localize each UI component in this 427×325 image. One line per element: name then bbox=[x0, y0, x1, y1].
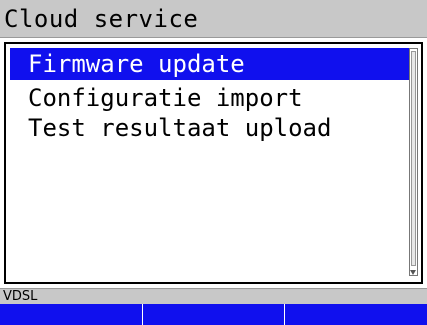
scroll-down-arrow-icon[interactable] bbox=[410, 270, 416, 275]
device-screen: Cloud service Firmware update Configurat… bbox=[0, 0, 427, 325]
title-bar: Cloud service bbox=[0, 0, 427, 38]
scrollbar-thumb[interactable] bbox=[411, 51, 416, 266]
menu-item-firmware-update[interactable]: Firmware update bbox=[10, 48, 413, 80]
menu-item-configuratie-import[interactable]: Configuratie import bbox=[10, 82, 413, 114]
softkey-3[interactable] bbox=[285, 304, 427, 325]
menu-item-test-resultaat-upload[interactable]: Test resultaat upload bbox=[10, 112, 413, 144]
softkey-bar bbox=[0, 304, 427, 325]
page-title: Cloud service bbox=[4, 5, 199, 33]
status-text: VDSL bbox=[3, 289, 38, 304]
softkey-2[interactable] bbox=[142, 304, 286, 325]
menu-list: Firmware update Configuratie import Test… bbox=[4, 42, 423, 284]
menu-scrollbar[interactable] bbox=[409, 48, 418, 276]
status-bar: VDSL bbox=[0, 288, 427, 304]
softkey-1[interactable] bbox=[0, 304, 143, 325]
